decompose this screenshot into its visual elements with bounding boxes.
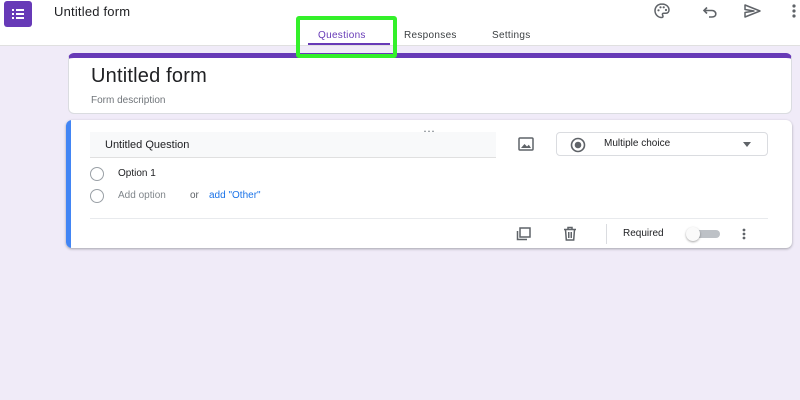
radio-button-checked-icon xyxy=(570,137,586,153)
form-description-input[interactable]: Form description xyxy=(91,95,165,106)
or-label: or xyxy=(190,190,199,201)
form-name[interactable]: Untitled form xyxy=(54,4,130,19)
app-header: Untitled form Questions Responses Settin… xyxy=(0,0,800,46)
palette-icon[interactable] xyxy=(652,1,672,21)
footer-divider xyxy=(90,218,768,219)
question-type-label: Multiple choice xyxy=(604,138,671,149)
active-card-accent xyxy=(66,120,71,248)
question-more-icon[interactable] xyxy=(738,224,750,244)
footer-separator xyxy=(606,224,607,244)
tab-bar: Questions Responses Settings xyxy=(0,28,800,46)
tab-responses[interactable]: Responses xyxy=(404,30,457,41)
more-vert-icon[interactable] xyxy=(788,1,800,21)
required-toggle[interactable] xyxy=(686,227,722,241)
radio-circle-icon xyxy=(90,167,104,181)
delete-icon[interactable] xyxy=(560,224,580,244)
option-label[interactable]: Option 1 xyxy=(118,168,156,179)
option-row[interactable]: Option 1 xyxy=(90,166,290,182)
form-title-card: Untitled form Form description xyxy=(68,53,792,114)
duplicate-icon[interactable] xyxy=(514,224,534,244)
add-other-link[interactable]: add "Other" xyxy=(209,190,261,201)
tab-settings[interactable]: Settings xyxy=(492,30,531,41)
question-type-dropdown[interactable]: Multiple choice xyxy=(556,132,768,156)
dropdown-arrow-icon xyxy=(743,142,751,147)
send-icon[interactable] xyxy=(742,1,762,21)
radio-circle-icon xyxy=(90,189,104,203)
forms-logo-icon[interactable] xyxy=(4,1,32,27)
form-title-input[interactable]: Untitled form xyxy=(91,65,207,88)
undo-icon[interactable] xyxy=(700,1,720,21)
add-option-button[interactable]: Add option xyxy=(118,190,166,201)
add-option-row: Add option or add "Other" xyxy=(90,188,390,204)
required-label: Required xyxy=(623,228,664,239)
questions-tab-highlight xyxy=(296,16,397,58)
add-image-icon[interactable] xyxy=(516,135,536,153)
drag-handle-icon[interactable] xyxy=(422,123,436,136)
question-title-input[interactable] xyxy=(90,132,496,158)
question-card[interactable]: Multiple choice Option 1 Add option or a… xyxy=(66,120,792,248)
toggle-thumb xyxy=(686,227,700,241)
